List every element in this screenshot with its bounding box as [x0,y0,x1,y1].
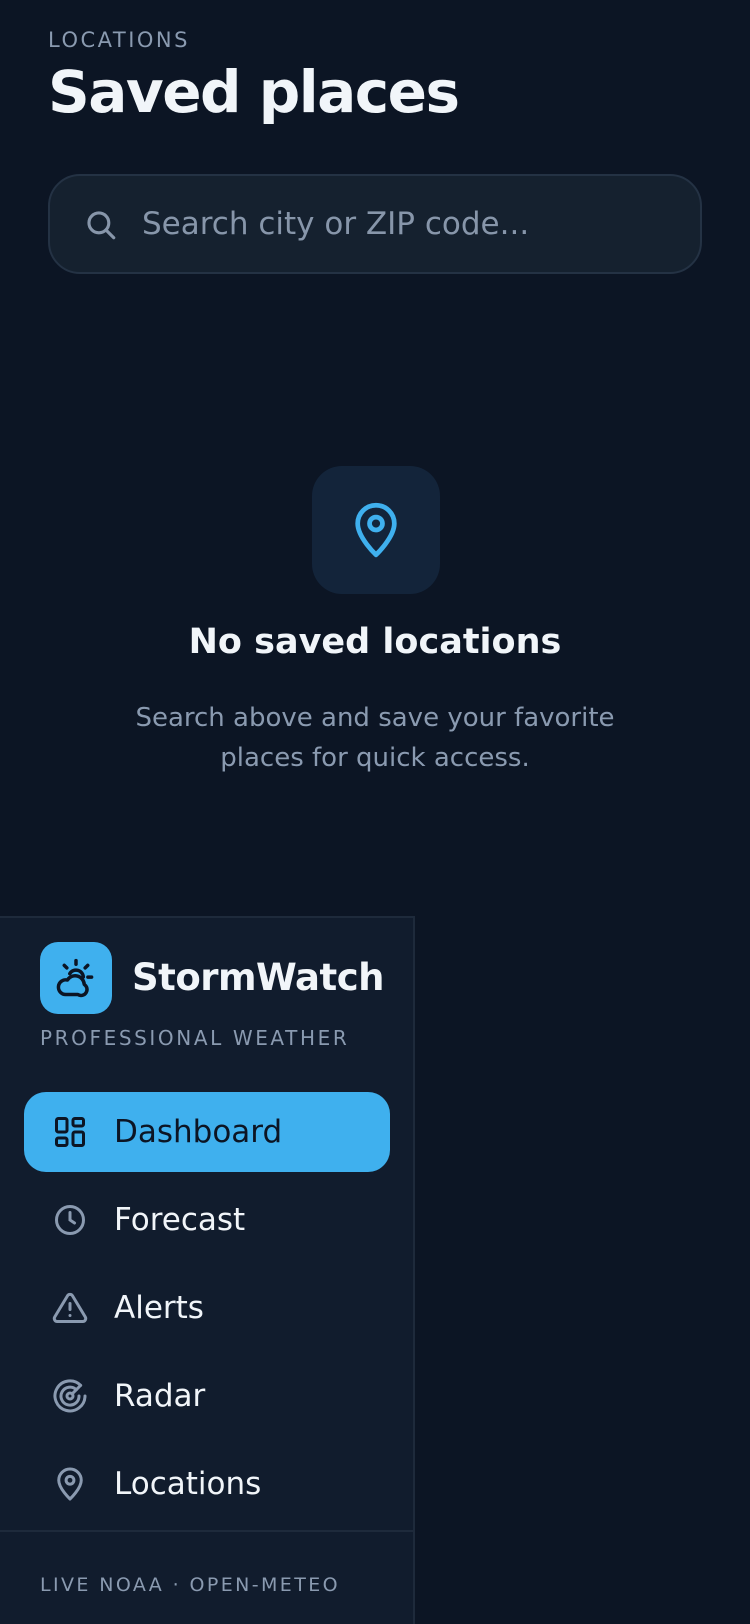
section-eyebrow: LOCATIONS [48,28,190,52]
sidebar-item-radar[interactable]: Radar [24,1356,390,1436]
dashboard-icon [55,1117,85,1147]
sidebar-item-label: Forecast [114,1202,246,1238]
sidebar-item-dashboard[interactable]: Dashboard [24,1092,390,1172]
sidebar-footer: LIVE NOAA · OPEN-METEO [40,1574,340,1596]
warning-icon [52,1292,88,1323]
map-pin-icon [57,1467,83,1501]
sidebar-item-label: Radar [114,1378,206,1414]
page-title: Saved places [48,58,460,126]
brand-logo [40,942,112,1014]
sidebar-item-label: Alerts [114,1290,204,1326]
cloud-sun-icon [56,958,94,998]
map-pin-icon [355,502,397,558]
search-input[interactable] [142,176,682,272]
sidebar-item-locations[interactable]: Locations [24,1444,390,1524]
sidebar-nav: Dashboard Forecast Alerts Radar Location… [24,1092,390,1532]
empty-state-icon-box [312,466,440,594]
empty-state-description: Search above and save your favorite plac… [135,703,615,773]
saved-places-page: LOCATIONS Saved places No saved location… [0,0,750,1624]
search-icon [87,211,116,240]
sidebar: StormWatch PROFESSIONAL WEATHER Dashboar… [0,916,415,1624]
radar-icon [53,1379,87,1413]
search-box[interactable] [48,174,702,274]
sidebar-divider [0,1530,413,1532]
clock-icon [55,1205,85,1235]
brand-name: StormWatch [132,956,384,999]
brand-tagline: PROFESSIONAL WEATHER [40,1026,350,1050]
sidebar-item-label: Dashboard [114,1114,283,1150]
sidebar-item-forecast[interactable]: Forecast [24,1180,390,1260]
sidebar-item-label: Locations [114,1466,262,1502]
empty-state-title: No saved locations [188,622,562,662]
sidebar-item-alerts[interactable]: Alerts [24,1268,390,1348]
